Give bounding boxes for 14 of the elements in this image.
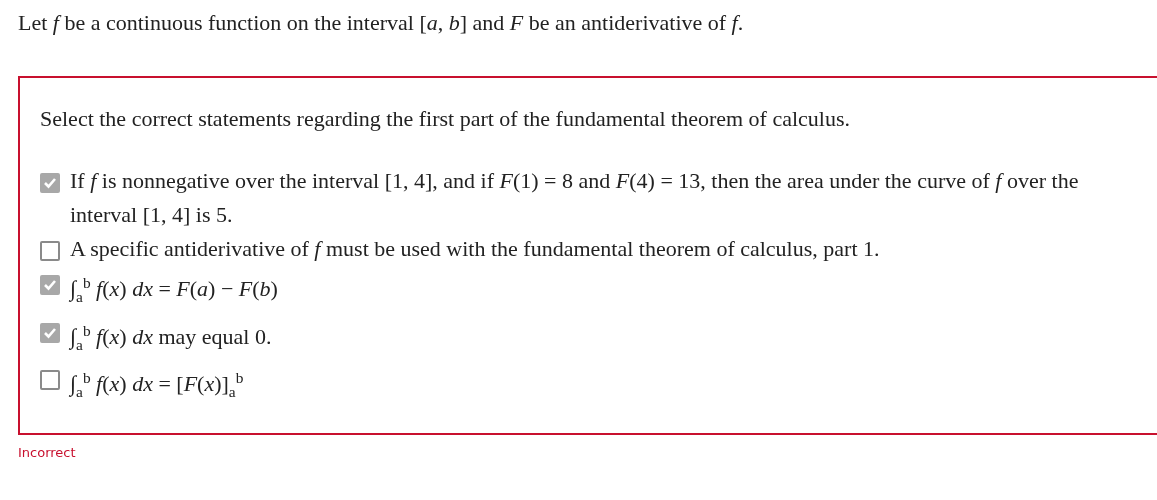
checkbox[interactable]: [40, 275, 60, 295]
check-icon: [43, 326, 57, 339]
checkbox[interactable]: [40, 173, 60, 193]
checkbox[interactable]: [40, 322, 60, 343]
option-text: If f is nonnegative over the interval [1, 4], and if F(1) = 8 and F(4) = 13, then the area under the curve of f over the interval [1, 4] is 5.: [70, 167, 1080, 229]
check-icon: [43, 177, 57, 189]
checkbox[interactable]: [40, 241, 60, 261]
option-text: A specific antiderivative of f must be used with the fundamental theorem of calculus, part 1.: [70, 235, 880, 263]
check-icon: [43, 279, 57, 291]
option-text: ∫$_{a}$$^{b}$ f(x) dx = F(a) − F(b): [70, 273, 278, 307]
question-prompt: Select the correct statements regarding the first part of the fundamental theorem of calculus.: [40, 106, 851, 132]
feedback-text: Incorrect: [18, 445, 77, 461]
checkbox[interactable]: [40, 370, 60, 391]
option-text: ∫$_{a}$$^{b}$ f(x) dx may equal 0.: [70, 320, 272, 355]
